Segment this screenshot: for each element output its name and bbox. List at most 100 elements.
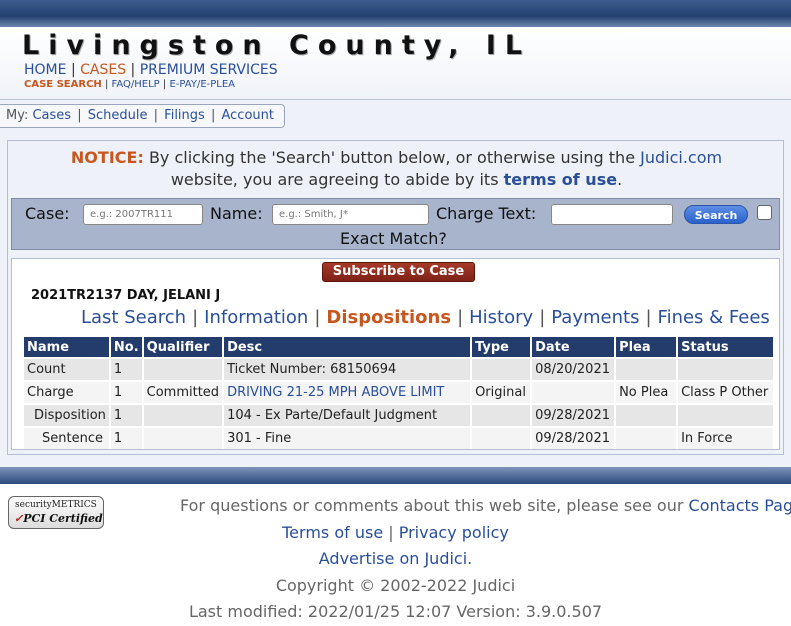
case-label: Case: (25, 204, 70, 223)
nav-premium-services-link[interactable]: PREMIUM SERVICES (140, 62, 278, 78)
tab-dispositions[interactable]: Dispositions (326, 307, 451, 328)
table-row: Charge 1 Committed DRIVING 21-25 MPH ABO… (24, 382, 773, 403)
cell-status: In Force (678, 428, 773, 449)
cell-name: Charge (24, 382, 109, 403)
my-prefix: My: (6, 108, 29, 123)
cell-desc: 104 - Ex Parte/Default Judgment (224, 405, 471, 426)
questions-line: For questions or comments about this web… (180, 496, 791, 515)
col-date: Date (532, 337, 615, 357)
exact-match-checkbox[interactable] (757, 205, 772, 220)
terms-of-use-link[interactable]: terms of use (504, 170, 617, 189)
cell-desc: DRIVING 21-25 MPH ABOVE LIMIT (224, 382, 471, 403)
dispositions-table: Name No. Qualifier Desc Type Date Plea S… (22, 335, 775, 451)
table-row: Count 1 Ticket Number: 68150694 08/20/20… (24, 359, 773, 380)
tab-last-search[interactable]: Last Search (81, 307, 186, 328)
col-plea: Plea (616, 337, 677, 357)
exact-match-label: Exact Match? (340, 229, 447, 248)
cell-name: Count (24, 359, 109, 380)
top-banner-bar (0, 0, 791, 27)
site-footer: securityMETRICS ✓PCI Certified For quest… (0, 484, 791, 626)
cell-qualifier (143, 405, 223, 426)
nav-epay-link[interactable]: E-PAY/E-PLEA (169, 79, 235, 90)
my-schedule-link[interactable]: Schedule (88, 108, 148, 123)
site-title: Livingston County, IL (22, 30, 532, 61)
charge-text-label: Charge Text: (436, 204, 537, 223)
col-status: Status (678, 337, 773, 357)
cell-type (472, 428, 531, 449)
cell-date: 09/28/2021 (532, 405, 615, 426)
table-header-row: Name No. Qualifier Desc Type Date Plea S… (24, 337, 773, 357)
judici-link[interactable]: Judici.com (640, 148, 722, 167)
tab-fines-fees[interactable]: Fines & Fees (658, 307, 770, 328)
footer-bar (0, 467, 791, 484)
cell-no: 1 (110, 359, 142, 380)
subscribe-to-case-button[interactable]: Subscribe to Case (322, 262, 475, 282)
cell-name: Disposition (24, 405, 109, 426)
copyright: Copyright © 2002-2022 Judici (275, 576, 516, 595)
cell-status (678, 359, 773, 380)
table-row: Disposition 1 104 - Ex Parte/Default Jud… (24, 405, 773, 426)
contacts-page-link[interactable]: Contacts Page (689, 496, 791, 515)
cell-date: 09/28/2021 (532, 428, 615, 449)
cell-plea (616, 428, 677, 449)
cell-type (472, 359, 531, 380)
tab-information[interactable]: Information (204, 307, 308, 328)
charge-description-link[interactable]: DRIVING 21-25 MPH ABOVE LIMIT (227, 385, 444, 400)
cell-no: 1 (110, 405, 142, 426)
secondary-nav: CASE SEARCH | FAQ/HELP | E-PAY/E-PLEA (24, 79, 236, 90)
cell-type: Original (472, 382, 531, 403)
table-row: Sentence 1 301 - Fine 09/28/2021 In Forc… (24, 428, 773, 449)
primary-nav: HOME | CASES | PREMIUM SERVICES (24, 62, 278, 78)
tab-history[interactable]: History (469, 307, 533, 328)
my-filings-link[interactable]: Filings (164, 108, 205, 123)
site-header: Livingston County, IL HOME | CASES | PRE… (0, 27, 791, 100)
case-results: Subscribe to Case 2021TR2137 DAY, JELANI… (11, 258, 780, 450)
cell-plea (616, 405, 677, 426)
advertise-link[interactable]: Advertise on Judici. (319, 549, 473, 568)
col-qualifier: Qualifier (143, 337, 223, 357)
advertise-line: Advertise on Judici. (0, 549, 791, 568)
cell-plea (616, 359, 677, 380)
cell-qualifier (143, 359, 223, 380)
terms-link[interactable]: Terms of use (282, 523, 383, 542)
cell-qualifier: Committed (143, 382, 223, 403)
nav-cases-link[interactable]: CASES (80, 62, 126, 78)
my-account-link[interactable]: Account (221, 108, 274, 123)
cell-qualifier (143, 428, 223, 449)
cell-desc: Ticket Number: 68150694 (224, 359, 471, 380)
policy-links: Terms of use | Privacy policy (282, 523, 509, 542)
nav-faq-help-link[interactable]: FAQ/HELP (112, 79, 160, 90)
cell-status (678, 405, 773, 426)
cell-plea: No Plea (616, 382, 677, 403)
name-label: Name: (210, 204, 263, 223)
case-tabs: Last Search | Information | Dispositions | His… (81, 307, 770, 328)
charge-text-input[interactable] (551, 204, 673, 225)
nav-case-search-link[interactable]: CASE SEARCH (24, 79, 102, 90)
col-name: Name (24, 337, 109, 357)
cell-date (532, 382, 615, 403)
cell-date: 08/20/2021 (532, 359, 615, 380)
cell-name: Sentence (24, 428, 109, 449)
tab-payments[interactable]: Payments (551, 307, 639, 328)
main-panel: NOTICE: By clicking the 'Search' button … (7, 140, 784, 455)
last-modified: Last modified: 2022/01/25 12:07 Version:… (188, 602, 603, 621)
cell-desc: 301 - Fine (224, 428, 471, 449)
col-desc: Desc (224, 337, 471, 357)
badge-line1: securityMETRICS (15, 500, 97, 510)
col-type: Type (472, 337, 531, 357)
case-input[interactable] (83, 204, 203, 225)
my-account-bar: My: Cases | Schedule | Filings | Account (0, 104, 285, 128)
search-bar: Case: Name: Charge Text: Search Exact Ma… (11, 198, 780, 250)
name-input[interactable] (272, 204, 429, 225)
nav-home-link[interactable]: HOME (24, 62, 66, 78)
search-button[interactable]: Search (684, 205, 748, 224)
notice-text: NOTICE: By clicking the 'Search' button … (70, 148, 723, 189)
my-cases-link[interactable]: Cases (32, 108, 71, 123)
col-no: No. (110, 337, 142, 357)
cell-status: Class P Other (678, 382, 773, 403)
privacy-policy-link[interactable]: Privacy policy (399, 523, 509, 542)
cell-type (472, 405, 531, 426)
case-id-line: 2021TR2137 DAY, JELANI J (31, 288, 221, 303)
cell-no: 1 (110, 428, 142, 449)
notice-label: NOTICE: (70, 148, 144, 167)
